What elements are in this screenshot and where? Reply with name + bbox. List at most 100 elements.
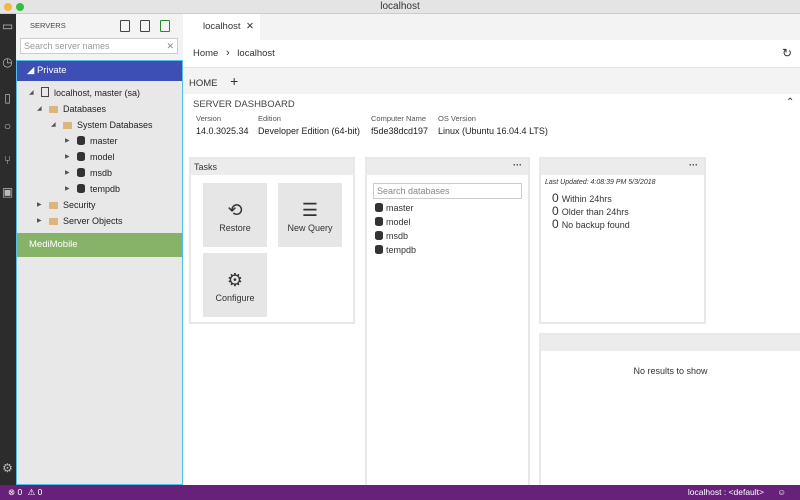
database-icon bbox=[77, 136, 85, 145]
property-label: OS Version bbox=[438, 114, 476, 123]
source-control-icon[interactable]: ⑂ bbox=[1, 154, 14, 167]
server-property: OS Version Linux (Ubuntu 16.04.4 LTS) bbox=[438, 114, 548, 136]
database-list-item[interactable]: model bbox=[367, 215, 528, 229]
expand-chevron-icon[interactable]: ▶ bbox=[65, 133, 70, 149]
tab-home[interactable]: HOME bbox=[189, 78, 218, 89]
expand-chevron-icon[interactable]: ▶ bbox=[37, 213, 42, 229]
server-icon bbox=[41, 87, 49, 97]
tree-item-label: master bbox=[90, 136, 118, 146]
configure-task[interactable]: ⚙ Configure bbox=[203, 253, 267, 317]
breadcrumb-home[interactable]: Home bbox=[193, 48, 218, 59]
expand-chevron-icon[interactable]: ▶ bbox=[37, 197, 42, 213]
server-property: Computer Name f5de38dcd197 bbox=[371, 114, 428, 136]
new-connection-icon[interactable] bbox=[120, 20, 130, 32]
tab-localhost[interactable]: localhost ✕ bbox=[183, 14, 260, 40]
active-connections-icon[interactable] bbox=[160, 20, 170, 32]
close-icon[interactable]: ✕ bbox=[246, 14, 254, 40]
more-icon[interactable]: ··· bbox=[513, 157, 522, 173]
property-label: Version bbox=[196, 114, 222, 123]
maximize-button[interactable] bbox=[16, 3, 24, 11]
feedback-icon[interactable]: ☺ bbox=[777, 485, 786, 500]
database-search-input[interactable]: Search databases bbox=[373, 183, 522, 199]
collapse-chevron-icon[interactable]: ◢ bbox=[29, 85, 34, 101]
group-private[interactable]: ◢ Private bbox=[17, 61, 182, 81]
folder-icon bbox=[49, 202, 58, 209]
last-updated: Last Updated: 4:08:39 PM 5/3/2018 bbox=[545, 179, 656, 186]
server-search-input[interactable]: Search server names ✕ bbox=[20, 38, 178, 54]
tree-item-label: msdb bbox=[90, 168, 113, 178]
minimize-button[interactable] bbox=[4, 3, 12, 11]
tree-item-label: Databases bbox=[63, 104, 107, 114]
database-icon bbox=[77, 168, 85, 177]
property-label: Edition bbox=[258, 114, 281, 123]
property-value: f5de38dcd197 bbox=[371, 126, 429, 136]
no-results-text: No results to show bbox=[633, 366, 708, 376]
database-icon bbox=[375, 231, 383, 240]
database-list-item[interactable]: msdb bbox=[367, 229, 528, 243]
collapse-icon[interactable]: ⌃ bbox=[786, 97, 794, 108]
property-value: Linux (Ubuntu 16.04.4 LTS) bbox=[438, 126, 548, 136]
breadcrumb-localhost[interactable]: localhost bbox=[237, 48, 275, 59]
search-icon[interactable]: ○ bbox=[1, 120, 14, 133]
tree-item-label: localhost, master (sa) bbox=[54, 88, 141, 98]
tasks-widget: Tasks ⟲ Restore ☰ New Query ⚙ Configure bbox=[189, 157, 355, 324]
database-icon bbox=[375, 217, 383, 226]
new-group-icon[interactable] bbox=[140, 20, 150, 32]
server-tree: ◢ Private ◢ localhost, master (sa) ◢ Databa… bbox=[16, 60, 183, 485]
add-tab-icon[interactable]: + bbox=[230, 73, 238, 89]
property-value: Developer Edition (64-bit) bbox=[258, 126, 361, 136]
databases-widget: ··· Search databases master model msdb temp… bbox=[365, 157, 530, 487]
tree-item-label: Security bbox=[63, 200, 96, 210]
history-icon[interactable]: ◷ bbox=[1, 56, 14, 69]
backup-count: 0 bbox=[552, 191, 559, 205]
warnings-indicator[interactable]: ⚠ 0 bbox=[28, 487, 43, 497]
new-query-task[interactable]: ☰ New Query bbox=[278, 183, 342, 247]
tasks-title: Tasks bbox=[191, 159, 353, 175]
tree-item[interactable]: ◢ Databases bbox=[17, 101, 182, 117]
tree-item-label: System Databases bbox=[77, 120, 153, 130]
database-list-item[interactable]: master bbox=[367, 201, 528, 215]
collapse-chevron-icon[interactable]: ◢ bbox=[37, 101, 42, 117]
more-icon[interactable]: ··· bbox=[689, 157, 698, 173]
servers-icon[interactable]: ▭ bbox=[1, 20, 14, 33]
connection-status[interactable]: localhost : <default> bbox=[688, 485, 764, 500]
status-bar: ⊗ 0 ⚠ 0 localhost : <default> ☺ bbox=[0, 485, 800, 500]
tree-item[interactable]: ▶ master bbox=[17, 133, 182, 149]
errors-indicator[interactable]: ⊗ 0 bbox=[8, 487, 22, 497]
tree-item[interactable]: ▶ tempdb bbox=[17, 181, 182, 197]
configure-icon: ⚙ bbox=[226, 270, 244, 290]
window-title: localhost bbox=[380, 1, 420, 12]
database-list-item[interactable]: tempdb bbox=[367, 243, 528, 257]
database-icon bbox=[77, 184, 85, 193]
database-icon bbox=[77, 152, 85, 161]
group-medimobile[interactable]: MediMobile bbox=[17, 233, 182, 257]
gear-icon[interactable]: ⚙ bbox=[1, 462, 14, 475]
tree-item[interactable]: ◢ System Databases bbox=[17, 117, 182, 133]
tree-item[interactable]: ▶ msdb bbox=[17, 165, 182, 181]
restore-task[interactable]: ⟲ Restore bbox=[203, 183, 267, 247]
new-query-icon: ☰ bbox=[301, 200, 319, 220]
clear-icon[interactable]: ✕ bbox=[166, 39, 174, 53]
activity-bar: ▭ ◷ ▯ ○ ⑂ ▣ ⚙ bbox=[0, 14, 16, 485]
backup-stat: 0 Older than 24hrs bbox=[552, 205, 704, 218]
tree-item[interactable]: ▶ model bbox=[17, 149, 182, 165]
breadcrumb: Home › localhost ↻ bbox=[183, 40, 800, 68]
folder-icon bbox=[49, 106, 58, 113]
extensions-icon[interactable]: ▣ bbox=[1, 186, 14, 199]
property-value: 14.0.3025.34 bbox=[196, 126, 249, 136]
backup-label: No backup found bbox=[561, 220, 630, 230]
file-icon[interactable]: ▯ bbox=[1, 92, 14, 105]
collapse-chevron-icon[interactable]: ◢ bbox=[51, 117, 56, 133]
chevron-right-icon: › bbox=[225, 47, 230, 59]
refresh-icon[interactable]: ↻ bbox=[782, 40, 792, 66]
tree-item[interactable]: ▶ Server Objects bbox=[17, 213, 182, 229]
tree-item-label: model bbox=[90, 152, 115, 162]
backup-count: 0 bbox=[552, 217, 559, 231]
expand-chevron-icon[interactable]: ▶ bbox=[65, 165, 70, 181]
database-icon bbox=[375, 203, 383, 212]
tree-item[interactable]: ▶ Security bbox=[17, 197, 182, 213]
tree-item[interactable]: ◢ localhost, master (sa) bbox=[17, 85, 182, 101]
expand-chevron-icon[interactable]: ▶ bbox=[65, 149, 70, 165]
backup-stat: 0 Within 24hrs bbox=[552, 192, 704, 205]
expand-chevron-icon[interactable]: ▶ bbox=[65, 181, 70, 197]
